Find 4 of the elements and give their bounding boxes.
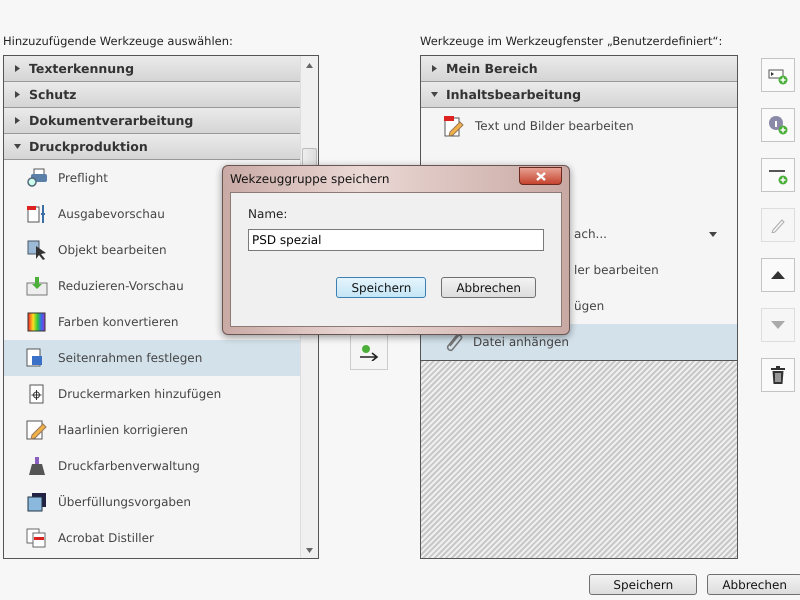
dialog-title: Wekzeuggruppe speichern [230,172,390,186]
panel-label: Hinzuzufügende Werkzeuge auswählen: [3,33,234,50]
panel-label: Werkzeuge im Werkzeugfenster „Benutzerdefiniert“: [420,33,724,50]
field-label: Name: [248,207,288,221]
